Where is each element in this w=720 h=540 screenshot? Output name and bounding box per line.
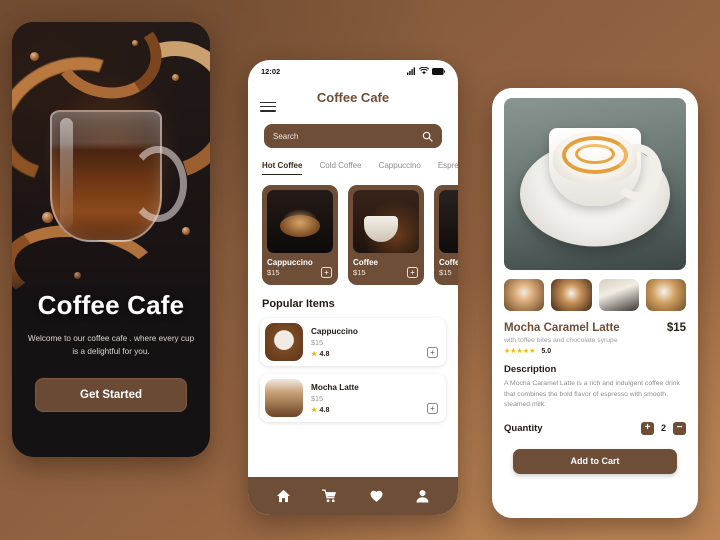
tab-hot-coffee[interactable]: Hot Coffee	[262, 161, 303, 175]
product-card-name: Coffee	[353, 258, 378, 267]
splash-content: Coffee Cafe Welcome to our coffee cafe .…	[12, 290, 210, 413]
quantity-value: 2	[660, 423, 666, 434]
gallery-thumbnail[interactable]	[551, 279, 592, 311]
description-heading: Description	[504, 364, 557, 375]
app-title: Coffee Cafe	[316, 90, 390, 105]
item-thumbnail	[265, 323, 303, 361]
popular-items-list: Cappuccino $15 ★ 4.8 + Mocha Latte $15 ★	[248, 318, 458, 422]
splash-title: Coffee Cafe	[37, 290, 185, 320]
increment-button[interactable]: +	[640, 421, 654, 435]
bottom-navigation-bar[interactable]	[248, 477, 458, 515]
quantity-row: Quantity + 2 −	[504, 421, 686, 435]
item-rating: ★ 4.8	[311, 405, 438, 414]
product-card-carousel[interactable]: Cappuccino $15 + Coffee $15 + Coffee $15…	[248, 185, 458, 285]
signal-icon	[407, 67, 415, 75]
product-card-price: $15	[439, 268, 452, 277]
coffee-droplet	[42, 212, 53, 223]
item-details: Cappuccino $15 ★ 4.8	[311, 327, 438, 358]
product-card[interactable]: Cappuccino $15 +	[262, 185, 338, 285]
status-icons	[407, 67, 445, 75]
mug-highlight	[60, 118, 73, 228]
product-detail-mockup: Mocha Caramel Latte $15 with toffee bite…	[492, 88, 698, 518]
status-bar: 12:02	[248, 60, 458, 82]
description-text: A Mocha Caramel Latte is a rich and indu…	[504, 380, 680, 409]
category-tabs[interactable]: Hot Coffee Cold Coffee Cappuccino Espre	[248, 161, 458, 175]
item-name: Cappuccino	[311, 326, 358, 336]
product-title-row: Mocha Caramel Latte $15	[504, 322, 686, 334]
product-card[interactable]: Coffee $15 +	[434, 185, 458, 285]
gallery-thumbnail[interactable]	[598, 279, 639, 311]
add-to-cart-icon[interactable]: +	[427, 347, 438, 358]
coffee-droplet	[182, 227, 190, 235]
item-rating: ★ 4.8	[311, 349, 438, 358]
splash-subtitle: Welcome to our coffee cafe . where every…	[27, 334, 195, 356]
quantity-label: Quantity	[504, 422, 543, 434]
thumbnail-gallery[interactable]	[504, 279, 686, 311]
design-canvas: Coffee Cafe Welcome to our coffee cafe .…	[0, 0, 720, 540]
product-hero-image	[504, 98, 686, 270]
product-card[interactable]: Coffee $15 +	[348, 185, 424, 285]
product-card-name: Cappuccino	[267, 258, 313, 267]
product-image	[267, 190, 333, 253]
product-subtitle: with toffee bites and chocolate syrupe	[504, 337, 618, 344]
battery-icon	[432, 67, 445, 75]
tab-cold-coffee[interactable]: Cold Coffee	[319, 161, 361, 175]
coffee-splash-photo	[12, 22, 210, 322]
glass-mug	[50, 110, 187, 242]
product-image	[439, 190, 458, 253]
list-item[interactable]: Cappuccino $15 ★ 4.8 +	[260, 318, 446, 366]
product-name: Mocha Caramel Latte	[504, 322, 620, 334]
list-item[interactable]: Mocha Latte $15 ★ 4.8 +	[260, 374, 446, 422]
coffee-droplet	[30, 52, 39, 61]
star-icon: ★	[311, 404, 318, 414]
coffee-droplet	[132, 40, 138, 46]
item-rating-value: 4.8	[319, 348, 330, 358]
product-card-name: Coffee	[439, 258, 458, 267]
search-input[interactable]	[273, 131, 413, 141]
coffee-droplet	[172, 74, 179, 81]
add-to-cart-button[interactable]: Add to Cart	[513, 448, 677, 474]
home-screen-mockup: 12:02 Coffee Cafe Search Hot Coffee Cold…	[248, 60, 458, 515]
app-header: Coffee Cafe	[248, 82, 458, 122]
tab-espresso[interactable]: Espre	[438, 161, 458, 175]
item-price: $15	[311, 337, 323, 347]
decrement-button[interactable]: −	[673, 421, 686, 435]
search-icon[interactable]	[422, 131, 433, 142]
profile-icon[interactable]	[415, 489, 430, 503]
wifi-icon	[419, 67, 429, 75]
item-rating-value: 4.8	[319, 404, 330, 414]
add-to-cart-icon[interactable]: +	[427, 403, 438, 414]
item-price: $15	[311, 393, 323, 403]
item-thumbnail	[265, 379, 303, 417]
gallery-thumbnail[interactable]	[504, 279, 545, 311]
search-bar[interactable]	[264, 124, 442, 148]
tab-cappuccino[interactable]: Cappuccino	[379, 161, 421, 175]
product-image	[353, 190, 419, 253]
gallery-thumbnail[interactable]	[645, 279, 686, 311]
add-to-cart-icon[interactable]: +	[407, 267, 418, 278]
star-icon: ★	[311, 348, 318, 358]
product-rating: ★★★★★ 5.0	[504, 347, 686, 356]
caramel-drizzle	[575, 144, 615, 165]
star-rating-icons: ★★★★★	[504, 348, 536, 355]
popular-items-heading: Popular Items	[262, 298, 335, 310]
home-icon[interactable]	[276, 489, 291, 503]
cart-icon[interactable]	[322, 489, 337, 503]
item-name: Mocha Latte	[311, 382, 359, 392]
item-details: Mocha Latte $15 ★ 4.8	[311, 383, 438, 414]
quantity-stepper[interactable]: + 2 −	[640, 421, 686, 435]
product-price: $15	[666, 322, 686, 334]
status-time: 12:02	[261, 66, 281, 76]
add-to-cart-icon[interactable]: +	[321, 267, 332, 278]
heart-icon[interactable]	[369, 489, 384, 503]
splash-screen-mockup: Coffee Cafe Welcome to our coffee cafe .…	[12, 22, 210, 457]
rating-value: 5.0	[541, 347, 552, 355]
get-started-button[interactable]: Get Started	[35, 378, 187, 413]
